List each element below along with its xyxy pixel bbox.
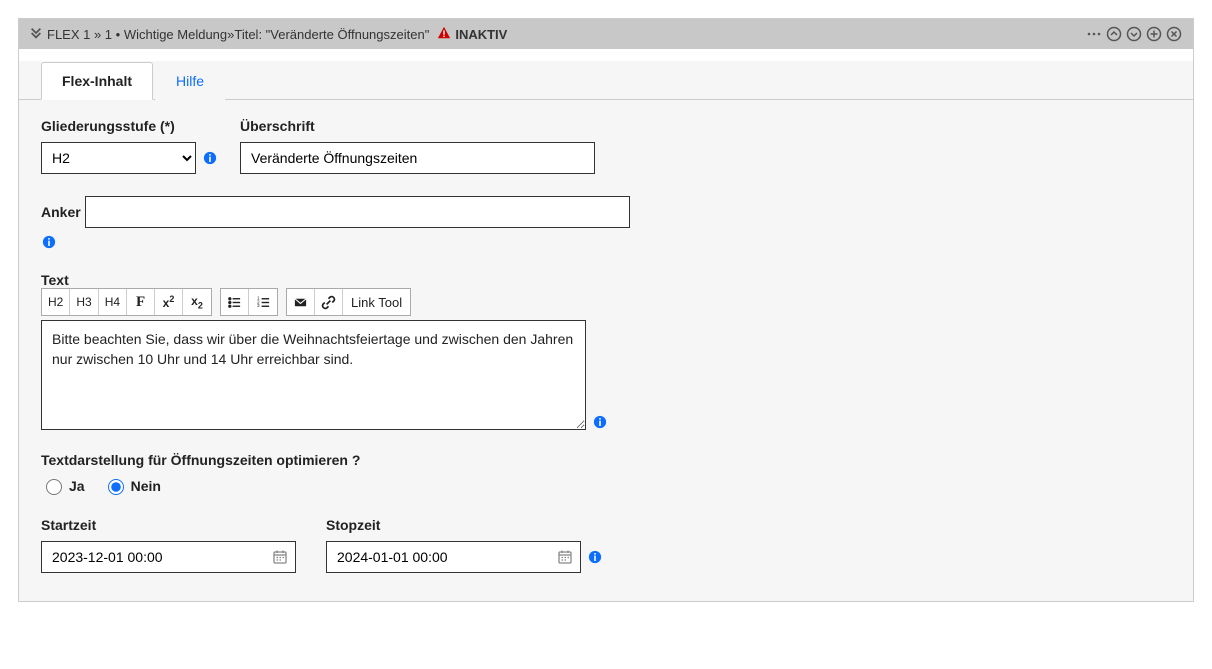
field-stopzeit: Stopzeit — [326, 517, 603, 573]
svg-text:3: 3 — [256, 303, 259, 308]
ueberschrift-label: Überschrift — [240, 118, 595, 134]
anker-input[interactable] — [85, 196, 630, 228]
field-gliederungsstufe: Gliederungsstufe (*) H2 — [41, 118, 218, 174]
optimize-no-option[interactable]: Nein — [103, 476, 161, 495]
flex-panel: FLEX 1 » 1 • Wichtige Meldung»Titel: "Ve… — [18, 18, 1194, 602]
up-icon[interactable] — [1105, 25, 1123, 43]
toolbar-link-button[interactable] — [315, 289, 343, 315]
header-actions — [1085, 25, 1183, 43]
toolbar-superscript-button[interactable]: x2 — [155, 289, 183, 315]
field-startzeit: Startzeit — [41, 517, 296, 573]
toolbar-h3-button[interactable]: H3 — [70, 289, 98, 315]
optimize-label: Textdarstellung für Öffnungszeiten optim… — [41, 452, 360, 468]
panel-body: Flex-Inhalt Hilfe Gliederungsstufe (*) H… — [19, 61, 1193, 601]
field-anker: Anker — [41, 196, 1171, 252]
info-icon[interactable] — [587, 549, 603, 565]
optimize-yes-label: Ja — [69, 478, 85, 494]
optimize-yes-option[interactable]: Ja — [41, 476, 85, 495]
down-icon[interactable] — [1125, 25, 1143, 43]
gliederungsstufe-select[interactable]: H2 — [41, 142, 196, 174]
calendar-icon[interactable] — [557, 549, 573, 565]
gliederungsstufe-label: Gliederungsstufe (*) — [41, 118, 218, 134]
field-ueberschrift: Überschrift — [240, 118, 595, 174]
add-icon[interactable] — [1145, 25, 1163, 43]
toolbar-mail-button[interactable] — [287, 289, 315, 315]
editor-toolbar: H2 H3 H4 F x2 x2 123 — [41, 288, 1171, 316]
info-icon[interactable] — [41, 234, 57, 250]
info-icon[interactable] — [202, 150, 218, 166]
optimize-no-radio[interactable] — [108, 479, 124, 495]
ueberschrift-input[interactable] — [240, 142, 595, 174]
optimize-yes-radio[interactable] — [46, 479, 62, 495]
toolbar-numbered-list-button[interactable]: 123 — [249, 289, 277, 315]
startzeit-input[interactable] — [41, 541, 296, 573]
tabs: Flex-Inhalt Hilfe — [19, 61, 1193, 100]
tab-flex-inhalt[interactable]: Flex-Inhalt — [41, 62, 153, 100]
startzeit-label: Startzeit — [41, 517, 296, 533]
text-content: Bitte beachten Sie, dass wir über die We… — [52, 329, 575, 370]
calendar-icon[interactable] — [272, 549, 288, 565]
collapse-toggle-icon[interactable] — [29, 26, 43, 43]
toolbar-h4-button[interactable]: H4 — [99, 289, 127, 315]
field-optimize: Textdarstellung für Öffnungszeiten optim… — [41, 452, 1171, 495]
info-icon[interactable] — [592, 414, 608, 430]
text-label: Text — [41, 272, 69, 288]
toolbar-linktool-button[interactable]: Link Tool — [343, 289, 410, 315]
optimize-no-label: Nein — [131, 478, 161, 494]
toolbar-h2-button[interactable]: H2 — [42, 289, 70, 315]
more-icon[interactable] — [1085, 25, 1103, 43]
stopzeit-label: Stopzeit — [326, 517, 603, 533]
toolbar-subscript-button[interactable]: x2 — [183, 289, 211, 315]
panel-header: FLEX 1 » 1 • Wichtige Meldung»Titel: "Ve… — [19, 19, 1193, 49]
field-text: Text H2 H3 H4 F x2 x2 — [41, 272, 1171, 430]
text-editor[interactable]: Bitte beachten Sie, dass wir über die We… — [41, 320, 586, 430]
breadcrumb: FLEX 1 » 1 • Wichtige Meldung»Titel: "Ve… — [47, 27, 429, 42]
toolbar-bold-button[interactable]: F — [127, 289, 155, 315]
warning-icon — [437, 26, 451, 43]
tab-hilfe[interactable]: Hilfe — [155, 62, 225, 100]
close-icon[interactable] — [1165, 25, 1183, 43]
toolbar-bullet-list-button[interactable] — [221, 289, 249, 315]
form-area: Gliederungsstufe (*) H2 Überschrift — [19, 100, 1193, 601]
anker-label: Anker — [41, 204, 81, 220]
stopzeit-input[interactable] — [326, 541, 581, 573]
status-badge: INAKTIV — [455, 27, 507, 42]
